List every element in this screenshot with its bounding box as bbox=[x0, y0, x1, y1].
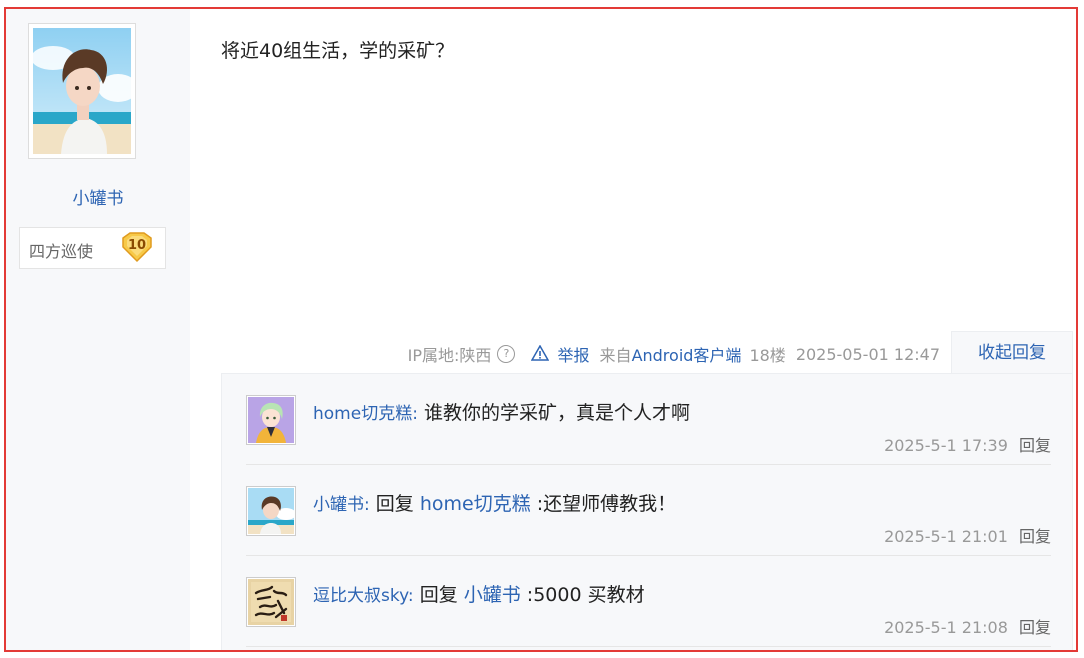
post-content: 将近40组生活，学的采矿？ bbox=[221, 40, 455, 62]
reply-meta: 2025-5-1 21:08 回复 bbox=[884, 614, 1051, 638]
reply-text: 逗比大叔sky: 回复 小罐书 :5000 买教材 bbox=[313, 580, 645, 607]
post-frame: 小罐书 四方巡使 10 将近40组生活，学的采矿？ IP属地:陕西 ? 举报 来… bbox=[4, 7, 1078, 652]
reply-button[interactable]: 回复 bbox=[1019, 618, 1051, 637]
reply-body: :还望师傅教我！ bbox=[530, 493, 677, 515]
reply-avatar[interactable] bbox=[246, 486, 296, 536]
author-name-link[interactable]: 小罐书 bbox=[6, 184, 190, 209]
level-shield-icon: 10 bbox=[122, 232, 152, 263]
reply-meta: 2025-5-1 17:39 回复 bbox=[884, 432, 1051, 456]
reply-time: 2025-5-1 21:01 bbox=[884, 527, 1008, 546]
post-time: 2025-05-01 12:47 bbox=[795, 344, 940, 364]
anime-boy-avatar-image bbox=[33, 28, 131, 154]
report-button[interactable]: 举报 bbox=[531, 342, 590, 366]
svg-text:10: 10 bbox=[128, 238, 146, 253]
reply-text: 小罐书: 回复 home切克糕 :还望师傅教我！ bbox=[313, 489, 676, 516]
reply-user-link[interactable]: 小罐书 bbox=[313, 495, 364, 515]
reply-body: 谁教你的学采矿，真是个人才啊 bbox=[417, 402, 690, 424]
collapse-replies-button[interactable]: 收起回复 bbox=[951, 331, 1073, 375]
reply-meta: 2025-5-1 21:01 回复 bbox=[884, 523, 1051, 547]
reply-user-link[interactable]: home切克糕 bbox=[313, 404, 412, 424]
author-avatar[interactable] bbox=[28, 23, 136, 159]
from-prefix: 来自 bbox=[599, 346, 632, 365]
reply-item: 小罐书: 回复 home切克糕 :还望师傅教我！ 2025-5-1 21:01 … bbox=[246, 465, 1051, 556]
reply-avatar[interactable] bbox=[246, 577, 296, 627]
help-icon[interactable]: ? bbox=[497, 345, 516, 363]
warning-icon bbox=[531, 344, 550, 361]
reply-text: home切克糕: 谁教你的学采矿，真是个人才啊 bbox=[313, 398, 690, 425]
rank-title: 四方巡使 bbox=[29, 242, 94, 261]
calligraphy-avatar-image bbox=[248, 579, 294, 625]
client-source: 来自Android客户端 bbox=[600, 342, 742, 366]
floor-number: 18楼 bbox=[749, 346, 786, 365]
reply-avatar[interactable] bbox=[246, 395, 296, 445]
reply-time: 2025-5-1 21:08 bbox=[884, 618, 1008, 637]
reply-item: 逗比大叔sky: 回复 小罐书 :5000 买教材 2025-5-1 21:08… bbox=[246, 556, 1051, 647]
reply-button[interactable]: 回复 bbox=[1019, 527, 1051, 546]
reply-user-link[interactable]: 逗比大叔sky bbox=[313, 586, 408, 606]
platform-link[interactable]: Android客户端 bbox=[632, 342, 742, 366]
reply-target-link[interactable]: home切克糕 bbox=[420, 493, 531, 515]
post-tail: IP属地:陕西 ? 举报 来自Android客户端 18楼 2025-05-01… bbox=[408, 342, 940, 366]
reply-prefix: 回复 bbox=[413, 584, 464, 606]
reply-list: home切克糕: 谁教你的学采矿，真是个人才啊 2025-5-1 17:39 回… bbox=[221, 373, 1073, 650]
ip-location: IP属地:陕西 bbox=[407, 346, 492, 365]
reply-button[interactable]: 回复 bbox=[1019, 436, 1051, 455]
reply-item: home切克糕: 谁教你的学采矿，真是个人才啊 2025-5-1 17:39 回… bbox=[246, 374, 1051, 465]
author-rank-badge[interactable]: 四方巡使 10 bbox=[19, 227, 166, 269]
reply-target-link[interactable]: 小罐书 bbox=[464, 584, 521, 606]
report-label: 举报 bbox=[557, 346, 590, 365]
reply-prefix: 回复 bbox=[369, 493, 420, 515]
author-sidebar: 小罐书 四方巡使 10 bbox=[6, 9, 190, 650]
reply-time: 2025-5-1 17:39 bbox=[884, 436, 1008, 455]
anime-boy-avatar-image bbox=[248, 488, 294, 534]
reply-body: :5000 买教材 bbox=[520, 584, 645, 606]
green-hair-boy-avatar-image bbox=[248, 397, 294, 443]
